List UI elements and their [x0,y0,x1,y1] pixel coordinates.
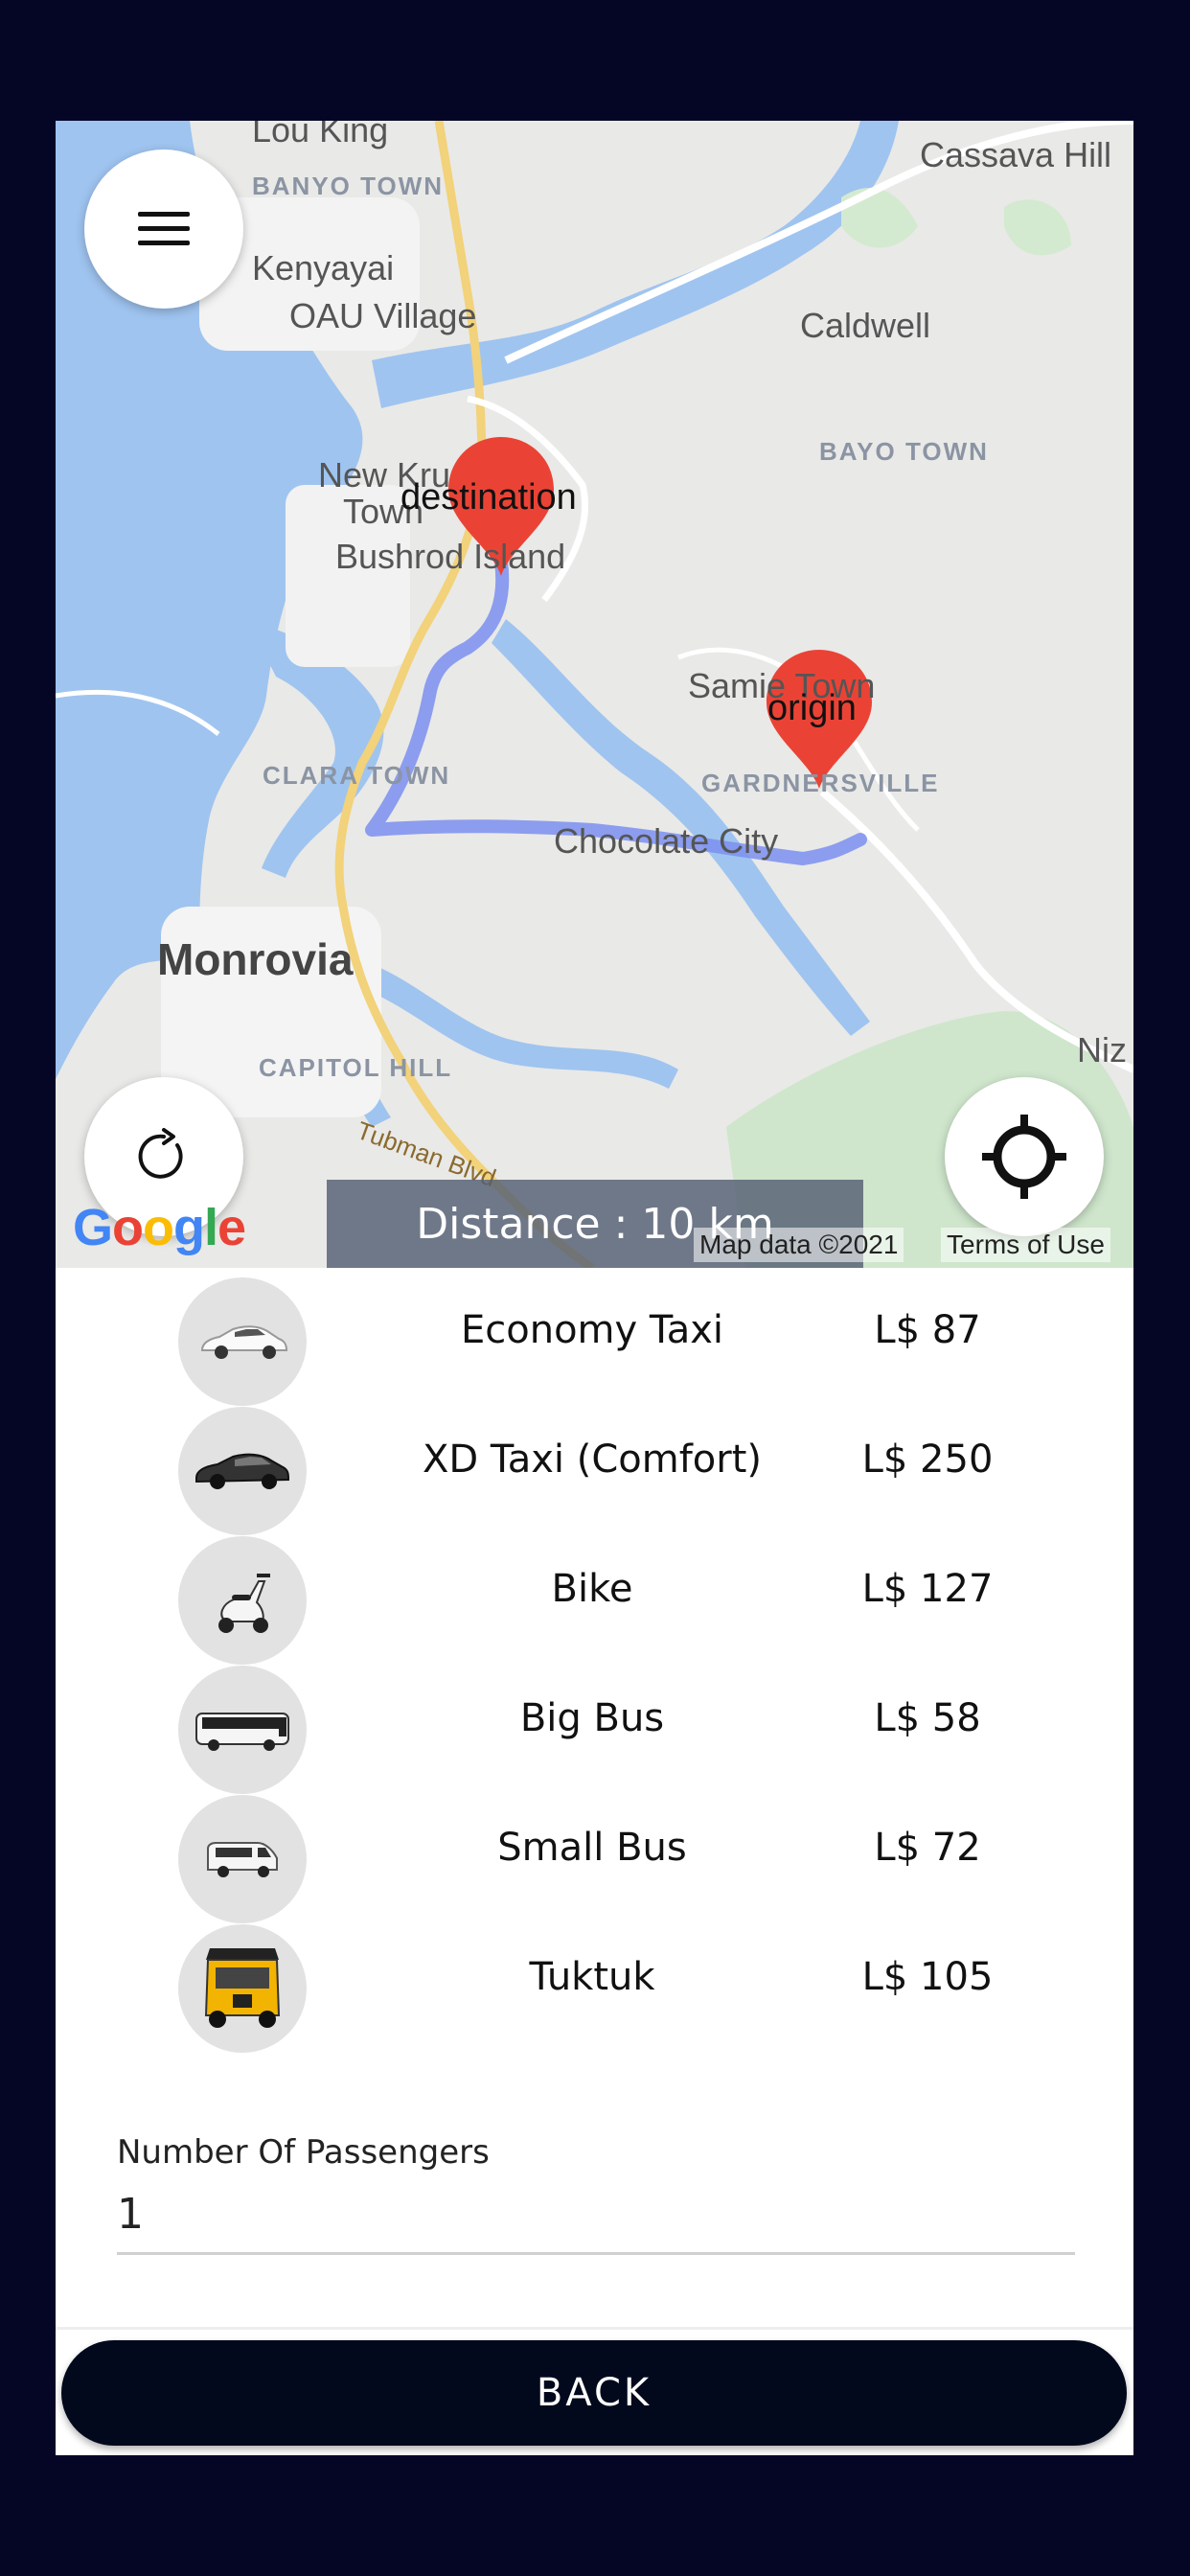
minivan-icon [178,1795,307,1923]
place-label: BANYO TOWN [252,172,445,200]
place-label: BAYO TOWN [819,437,989,466]
scooter-icon [178,1536,307,1665]
place-label: Caldwell [800,306,931,345]
vehicle-price: L$ 127 [861,1567,994,1611]
place-label: Kenyayai [252,248,395,288]
hamburger-icon [138,212,190,245]
map-data-attribution: Map data ©2021 [694,1228,904,1262]
vehicle-price: L$ 87 [874,1308,981,1352]
vehicle-name: Economy Taxi [460,1308,724,1352]
vehicle-name: Tuktuk [529,1955,655,1999]
tuktuk-icon [178,1924,307,2053]
place-label: Niz [1077,1030,1127,1070]
menu-button[interactable] [84,150,243,309]
place-label: OAU Village [289,296,477,335]
place-label: CLARA TOWN [263,761,451,790]
terms-of-use-link[interactable]: Terms of Use [941,1228,1110,1262]
place-label: Chocolate City [554,821,779,861]
vehicle-name: Big Bus [519,1696,665,1740]
place-label: GARDNERSVILLE [701,769,940,797]
vehicle-price: L$ 72 [874,1826,981,1870]
back-button[interactable]: BACK [61,2340,1127,2446]
vehicle-list: Economy Taxi L$ 87 XD Taxi (Comfort) L$ … [56,1277,1133,2054]
vehicle-option-bike[interactable]: Bike L$ 127 [56,1536,1133,1666]
destination-label: destination [400,477,577,518]
coach-bus-icon [178,1666,307,1794]
vehicle-option-xd-taxi[interactable]: XD Taxi (Comfort) L$ 250 [56,1407,1133,1536]
crosshair-icon [982,1115,1066,1199]
divider [56,2327,1133,2330]
place-label: Cassava Hill [920,135,1112,174]
vehicle-name: XD Taxi (Comfort) [422,1438,762,1482]
locate-me-button[interactable] [945,1077,1104,1236]
vehicle-option-big-bus[interactable]: Big Bus L$ 58 [56,1666,1133,1795]
app-screen: Lou King BANYO TOWN Cassava Hill Kenyaya… [56,121,1133,2455]
vehicle-option-small-bus[interactable]: Small Bus L$ 72 [56,1795,1133,1924]
google-logo: Google [73,1199,246,1256]
place-label: Bushrod Island [335,537,566,576]
place-label: Monrovia [157,934,354,984]
vehicle-price: L$ 58 [874,1696,981,1740]
white-car-icon [178,1277,307,1406]
dark-car-icon [178,1407,307,1535]
origin-label: origin [767,688,857,728]
refresh-icon [138,1128,183,1179]
route-map[interactable]: Lou King BANYO TOWN Cassava Hill Kenyaya… [56,121,1133,1268]
vehicle-price: L$ 250 [861,1438,994,1482]
vehicle-option-economy-taxi[interactable]: Economy Taxi L$ 87 [56,1277,1133,1407]
passengers-label: Number Of Passengers [117,2133,490,2172]
vehicle-name: Small Bus [497,1826,687,1870]
passengers-input[interactable] [117,2175,1075,2255]
vehicle-name: Bike [551,1567,633,1611]
vehicle-price: L$ 105 [861,1955,994,1999]
place-label: Lou King [252,121,389,150]
place-label: CAPITOL HILL [259,1053,453,1082]
vehicle-option-tuktuk[interactable]: Tuktuk L$ 105 [56,1924,1133,2054]
